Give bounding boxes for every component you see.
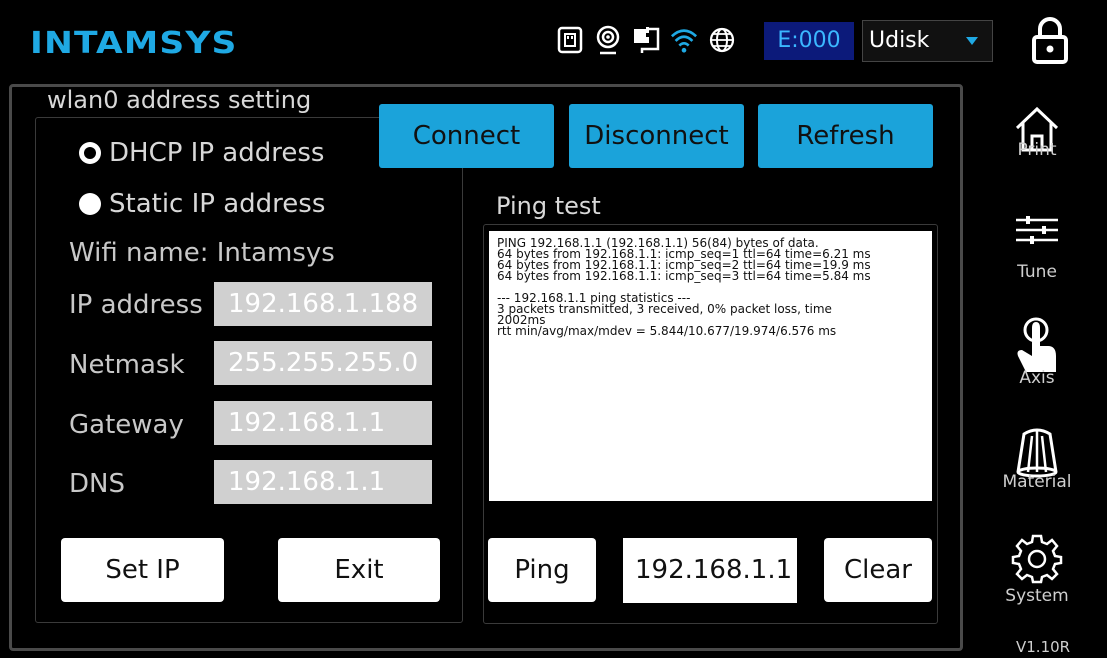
ping-output-line: 3 packets transmitted, 3 received, 0% pa…: [497, 302, 832, 316]
wifi-icon: [670, 24, 698, 56]
dhcp-radio-label: DHCP IP address: [109, 138, 325, 168]
nav-print-label: Print: [1017, 140, 1057, 160]
nav-system[interactable]: System: [997, 532, 1077, 606]
chevron-down-icon: [966, 37, 978, 45]
nav-material-label: Material: [1002, 472, 1072, 492]
netmask-field[interactable]: 255.255.255.0: [214, 341, 432, 385]
clear-button[interactable]: Clear: [824, 538, 932, 602]
exit-button[interactable]: Exit: [278, 538, 440, 602]
camera-icon: [594, 24, 622, 56]
radio-unselected-icon: [79, 193, 101, 215]
ip-address-label: IP address: [69, 290, 203, 320]
lock-icon[interactable]: [1030, 16, 1070, 64]
nav-tune[interactable]: Tune: [997, 212, 1077, 282]
nav-tune-label: Tune: [1017, 262, 1057, 282]
netmask-label: Netmask: [69, 350, 185, 380]
nav-axis-label: Axis: [1019, 368, 1055, 388]
ping-output-line: 64 bytes from 192.168.1.1: icmp_seq=3 tt…: [497, 269, 871, 283]
dhcp-radio[interactable]: DHCP IP address: [79, 138, 324, 168]
refresh-button[interactable]: Refresh: [758, 104, 933, 168]
gateway-field[interactable]: 192.168.1.1: [214, 401, 432, 445]
static-ip-radio[interactable]: Static IP address: [79, 189, 325, 219]
version-label: V1.10R: [1016, 638, 1071, 656]
gateway-label: Gateway: [69, 410, 184, 440]
nav-material[interactable]: Material: [997, 424, 1077, 492]
static-radio-label: Static IP address: [109, 189, 326, 219]
usb-drive-icon: [556, 24, 584, 56]
nav-system-label: System: [1005, 586, 1069, 606]
status-icons: [556, 24, 736, 56]
filament-spool-icon: [1016, 428, 1058, 478]
ping-button[interactable]: Ping: [488, 538, 596, 602]
disconnect-button[interactable]: Disconnect: [569, 104, 744, 168]
dns-label: DNS: [69, 469, 125, 499]
set-ip-button[interactable]: Set IP: [61, 538, 224, 602]
nav-print[interactable]: Print: [997, 104, 1077, 160]
ip-address-field[interactable]: 192.168.1.188: [214, 282, 432, 326]
ping-target-input[interactable]: 192.168.1.1: [623, 538, 797, 603]
ping-test-title: Ping test: [496, 192, 601, 220]
ping-output: PING 192.168.1.1 (192.168.1.1) 56(84) by…: [489, 231, 932, 501]
gear-icon: [1011, 534, 1063, 584]
connect-button[interactable]: Connect: [379, 104, 554, 168]
dns-field[interactable]: 192.168.1.1: [214, 460, 432, 504]
hand-tap-icon: [1017, 317, 1056, 372]
sliders-icon: [1016, 216, 1058, 244]
nav-axis[interactable]: Axis: [997, 316, 1077, 388]
error-code-badge[interactable]: E:000: [764, 22, 854, 60]
brand-logo: INTAMSYS: [30, 26, 238, 61]
power-plug-icon: [632, 24, 660, 56]
storage-select-value: Udisk: [869, 28, 930, 53]
globe-icon: [708, 24, 736, 56]
ping-output-line: rtt min/avg/max/mdev = 5.844/10.677/19.9…: [497, 324, 837, 338]
radio-selected-icon: [79, 142, 101, 164]
wifi-name: Wifi name: Intamsys: [69, 238, 335, 268]
storage-select[interactable]: Udisk: [862, 20, 993, 62]
panel-title: wlan0 address setting: [47, 86, 312, 114]
